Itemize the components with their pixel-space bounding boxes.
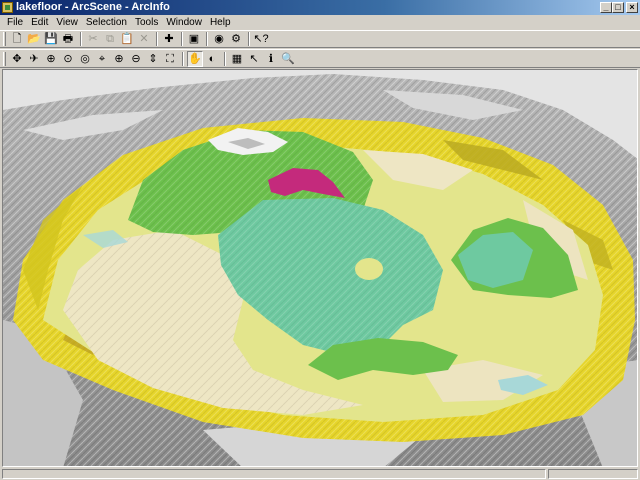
toolbar-separator [80,32,82,46]
print-button[interactable]: 🖶 [60,31,76,47]
fly-button[interactable]: ✈ [26,51,42,67]
find-button[interactable]: 🔍 [280,51,296,67]
menu-window[interactable]: Window [162,15,206,30]
toolbar-separator [206,32,208,46]
status-coordinates [548,469,638,479]
navigate-button[interactable]: ✥ [9,51,25,67]
menu-view[interactable]: View [52,15,82,30]
close-button[interactable]: × [626,2,638,13]
maximize-button[interactable]: □ [612,2,624,13]
select-elements-button[interactable]: ▦ [229,51,245,67]
pan-button[interactable]: ✋ [187,50,203,67]
identify-icon: ℹ [268,52,274,65]
tools-toolbar: ✥ ✈ ⊕ ⊙ ◎ ⌖ ⊕ ⊖ ⇕ ⛶ ✋ ◐ ▦ ↖ ℹ 🔍 [0,49,640,68]
pan-icon: ✋ [188,52,202,65]
print-icon: 🖶 [62,33,74,45]
zoom-in-out-icon: ⇕ [148,52,158,65]
identify-button[interactable]: ℹ [263,51,279,67]
navigate-icon: ✥ [12,52,22,65]
standard-toolbar: 🗋 📂 💾 🖶 ✂ ⧉ 📋 ✕ ✚ ▣ ◉ ⚙ ↖? [0,30,640,48]
new-button[interactable]: 🗋 [9,31,25,47]
toolbar-grip[interactable] [3,51,6,66]
arccatalog-icon: ◉ [214,33,224,45]
cut-icon: ✂ [88,33,98,45]
toolbar-separator [156,32,158,46]
globe-button[interactable]: ◐ [204,51,220,67]
paste-button: 📋 [119,31,135,47]
toolbar-separator [181,32,183,46]
title-bar[interactable]: lakefloor - ArcScene - ArcInfo _ □ × [0,0,640,15]
save-button[interactable]: 💾 [43,31,59,47]
zoom-to-target-icon: ⊙ [63,52,73,65]
center-on-target-icon: ⌖ [98,52,106,65]
window-title: lakefloor - ArcScene - ArcInfo [16,1,170,13]
zoom-in-out-button[interactable]: ⇕ [145,51,161,67]
arctoolbox-icon: ⚙ [231,33,241,45]
menu-tools[interactable]: Tools [131,15,162,30]
zoom-out-icon: ⊖ [131,52,141,65]
globe-icon: ◐ [208,52,216,65]
paste-icon: 📋 [120,33,134,45]
fly-icon: ✈ [29,52,39,65]
add-data-icon: ✚ [164,33,174,45]
scene-view[interactable] [2,69,638,467]
scene-properties-icon: ▣ [188,33,200,45]
select-features-icon: ↖ [249,52,259,65]
whats-this-icon: ↖? [253,33,269,45]
menu-edit[interactable]: Edit [27,15,52,30]
scene-properties-button[interactable]: ▣ [186,31,202,47]
set-observer-icon: ◎ [80,52,90,65]
menu-file[interactable]: File [3,15,27,30]
select-features-button[interactable]: ↖ [246,51,262,67]
toolbar-separator [224,51,226,66]
lakefloor-3d-scene [3,70,637,466]
zoom-in-button[interactable]: ⊕ [111,51,127,67]
delete-icon: ✕ [139,33,149,45]
minimize-button[interactable]: _ [600,2,612,13]
window-controls: _ □ × [600,2,638,13]
find-icon: 🔍 [281,52,295,65]
arccatalog-button[interactable]: ◉ [211,31,227,47]
set-observer-button[interactable]: ◎ [77,51,93,67]
zoom-in-icon: ⊕ [114,52,124,65]
zoom-out-button[interactable]: ⊖ [128,51,144,67]
menu-selection[interactable]: Selection [82,15,131,30]
cut-button: ✂ [85,31,101,47]
app-icon[interactable] [2,2,13,13]
menu-bar: File Edit View Selection Tools Window He… [0,15,640,30]
full-extent-icon: ⛶ [166,52,174,65]
open-icon: 📂 [27,33,41,45]
status-bar [0,468,640,480]
open-button[interactable]: 📂 [26,31,42,47]
full-extent-button[interactable]: ⛶ [162,51,178,67]
copy-button: ⧉ [102,31,118,47]
new-icon: 🗋 [12,33,22,45]
target-icon: ⊕ [46,52,56,65]
menu-help[interactable]: Help [206,15,235,30]
arctoolbox-button[interactable]: ⚙ [228,31,244,47]
toolbar-grip[interactable] [3,32,6,46]
toolbar-separator [182,51,184,66]
toolbar-separator [248,32,250,46]
select-elements-icon: ▦ [231,52,243,65]
center-on-target-button[interactable]: ⌖ [94,51,110,67]
target-button[interactable]: ⊕ [43,51,59,67]
save-icon: 💾 [44,33,58,45]
delete-button: ✕ [136,31,152,47]
whats-this-button[interactable]: ↖? [253,31,269,47]
zoom-to-target-button[interactable]: ⊙ [60,51,76,67]
add-data-button[interactable]: ✚ [161,31,177,47]
copy-icon: ⧉ [106,33,114,45]
status-message [2,469,546,479]
